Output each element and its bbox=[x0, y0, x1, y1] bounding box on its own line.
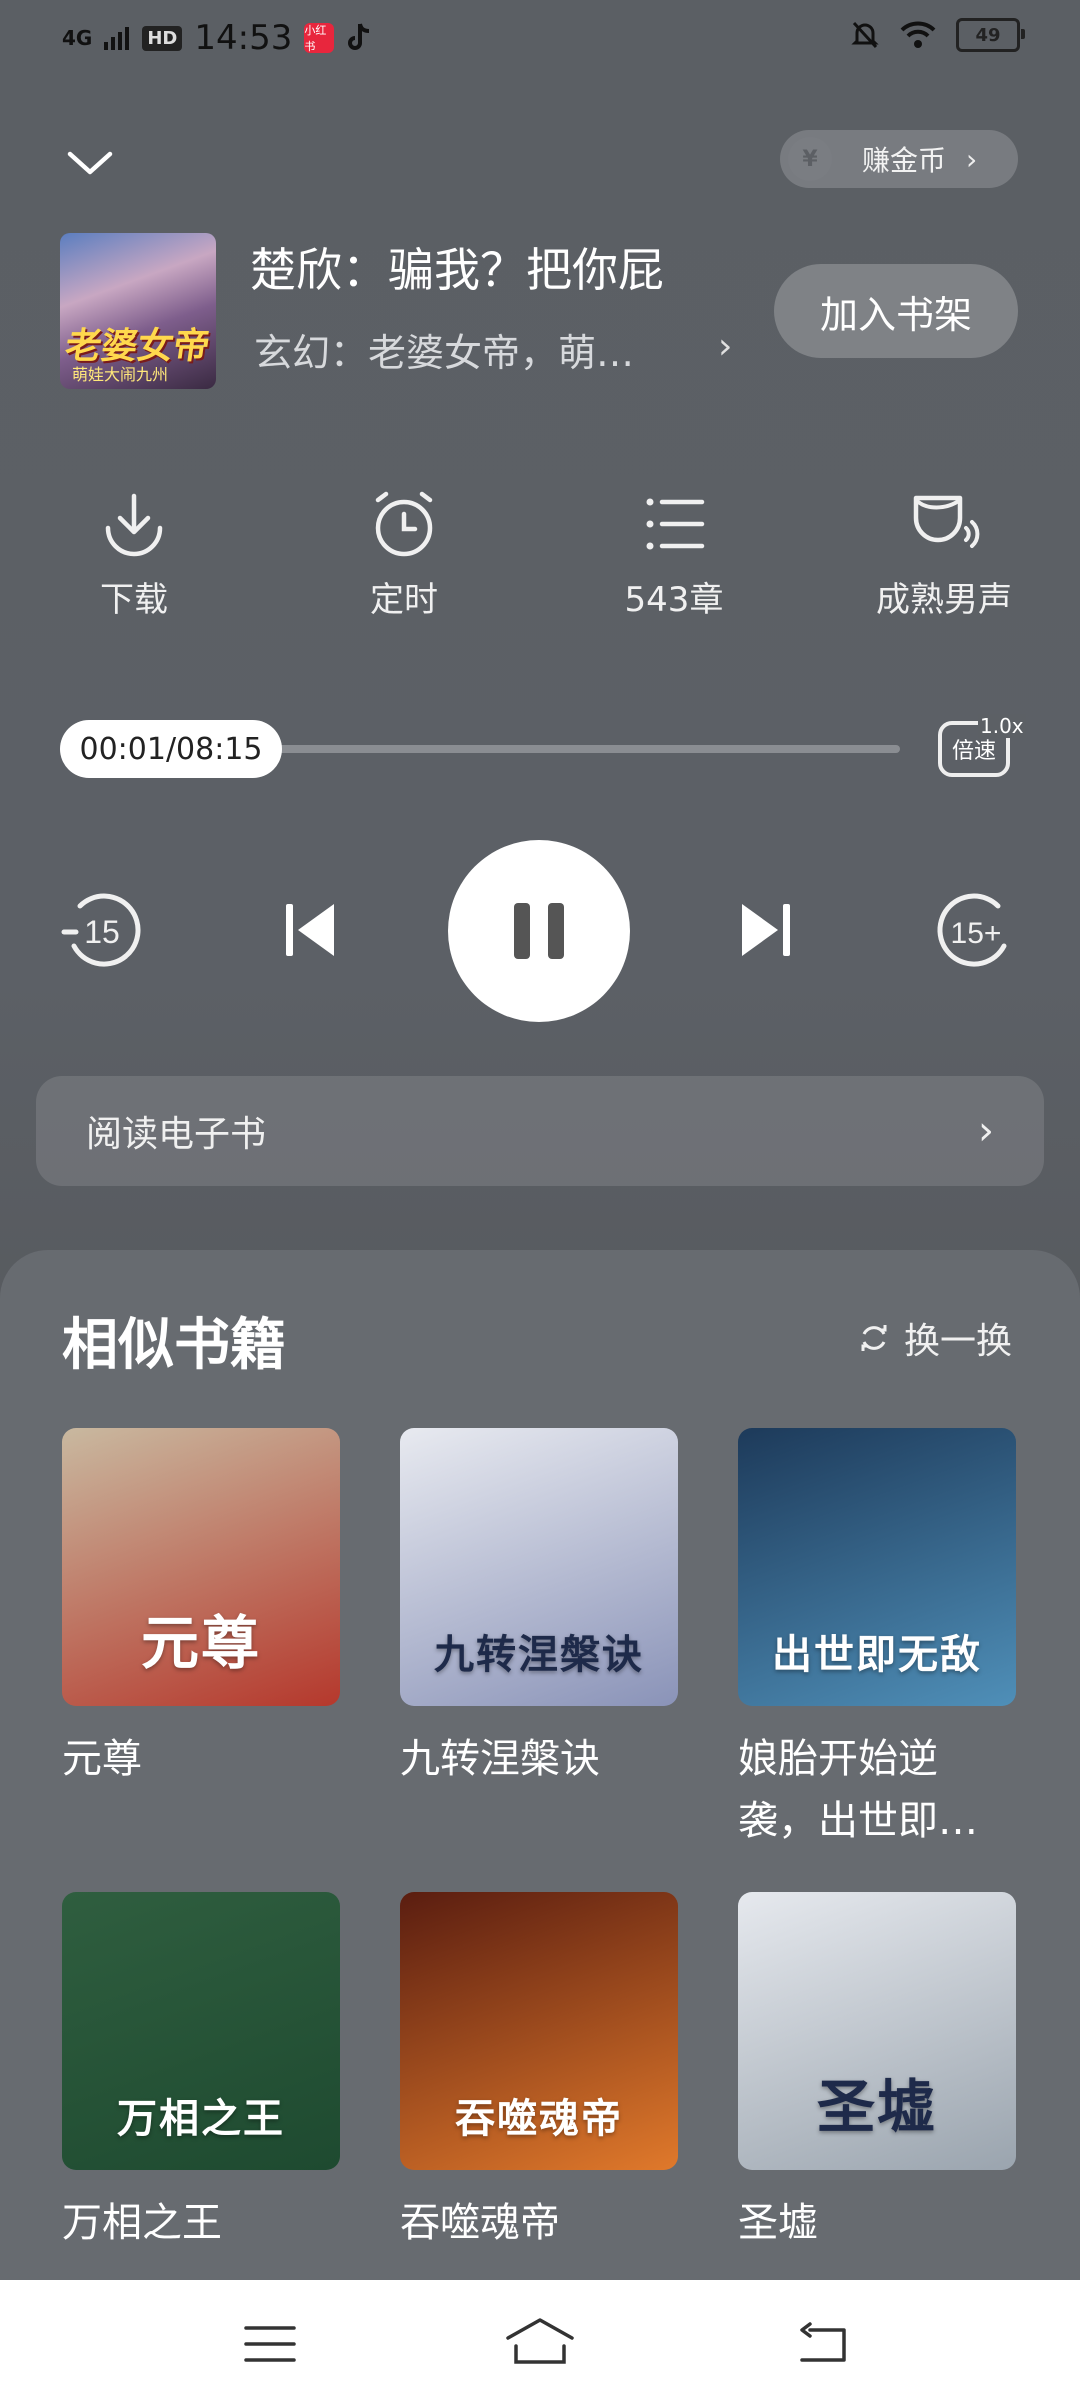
book-cover-title-art: 圣墟 bbox=[816, 2073, 937, 2141]
status-bar: 4G HD 14:53 小红书 49 bbox=[0, 0, 1080, 80]
book-name: 吞噬魂帝 bbox=[400, 2200, 560, 2246]
pause-button[interactable] bbox=[448, 840, 630, 1022]
chevron-right-icon: › bbox=[978, 1108, 994, 1154]
alarm-icon bbox=[375, 491, 433, 557]
download-icon bbox=[105, 493, 163, 557]
refresh-label: 换一换 bbox=[904, 1321, 1013, 1362]
chapters-label: 543章 bbox=[624, 580, 724, 620]
pause-icon bbox=[514, 903, 530, 959]
earn-coins-button[interactable]: ¥ 赚金币 › bbox=[780, 130, 1018, 188]
voice-label: 成熟男声 bbox=[876, 580, 1012, 620]
chapter-list-icon bbox=[646, 498, 705, 550]
book-subtitle[interactable]: 玄幻：老婆女帝，萌… bbox=[254, 322, 674, 377]
next-icon[interactable] bbox=[716, 880, 816, 980]
read-ebook-label: 阅读电子书 bbox=[86, 1114, 267, 1155]
chevron-right-icon[interactable]: › bbox=[718, 326, 732, 367]
progress-thumb[interactable]: 00:01/08:15 bbox=[60, 720, 282, 778]
book-cover[interactable]: 吞噬魂帝 bbox=[400, 1892, 678, 2170]
similar-book-item[interactable]: 九转涅槃诀 九转涅槃诀 bbox=[400, 1428, 678, 1790]
earn-coins-label: 赚金币 bbox=[862, 144, 947, 177]
app-notification-icon: 小红书 bbox=[304, 23, 335, 53]
read-ebook-row[interactable]: 阅读电子书 › bbox=[36, 1076, 1044, 1186]
book-cover-title-art: 万相之王 bbox=[117, 2095, 285, 2142]
hd-badge: HD bbox=[142, 25, 183, 51]
refresh-icon bbox=[861, 1325, 887, 1351]
similar-books-title: 相似书籍 bbox=[62, 1313, 286, 1378]
similar-book-item[interactable]: 圣墟 圣墟 bbox=[738, 1892, 1016, 2254]
book-title: 楚欣：骗我？把你屁 bbox=[250, 243, 664, 297]
rewind-label: 15 bbox=[84, 914, 120, 950]
forward-15-icon[interactable]: 15+ bbox=[928, 880, 1028, 980]
cover-subtitle-art: 萌娃大闹九州 bbox=[72, 365, 169, 384]
previous-icon[interactable] bbox=[260, 880, 360, 980]
speed-value: 1.0x bbox=[978, 714, 1026, 738]
book-cover[interactable]: 老婆女帝 萌娃大闹九州 bbox=[60, 233, 216, 389]
timer-button[interactable]: 定时 bbox=[304, 488, 504, 621]
signal-icon: 4G bbox=[62, 26, 93, 50]
book-name: 圣墟 bbox=[738, 2200, 818, 2246]
mute-bell-icon bbox=[851, 21, 879, 49]
menu-icon[interactable] bbox=[244, 2324, 296, 2364]
tiktok-icon bbox=[348, 23, 370, 50]
book-name: 娘胎开始逆袭，出世即… bbox=[738, 1736, 978, 1844]
book-cover[interactable]: 圣墟 bbox=[738, 1892, 1016, 2170]
forward-label: 15+ bbox=[951, 917, 1002, 950]
book-cover-title-art: 吞噬魂帝 bbox=[455, 2095, 623, 2142]
pause-icon-bar bbox=[548, 903, 564, 959]
collapse-chevron-icon[interactable] bbox=[66, 140, 114, 188]
chevron-right-icon: › bbox=[966, 142, 978, 176]
book-name: 元尊 bbox=[62, 1736, 142, 1782]
battery-icon: 49 bbox=[956, 18, 1025, 52]
chapters-button[interactable]: 543章 bbox=[574, 488, 774, 621]
similar-book-item[interactable]: 吞噬魂帝 吞噬魂帝 bbox=[400, 1892, 678, 2254]
download-label: 下载 bbox=[100, 580, 168, 620]
similar-book-item[interactable]: 万相之王 万相之王 bbox=[62, 1892, 340, 2254]
home-icon[interactable] bbox=[504, 2316, 576, 2366]
book-cover[interactable]: 万相之王 bbox=[62, 1892, 340, 2170]
book-cover-title-art: 九转涅槃诀 bbox=[434, 1631, 644, 1678]
book-name: 九转涅槃诀 bbox=[400, 1736, 600, 1782]
book-name: 万相之王 bbox=[62, 2200, 222, 2246]
voice-icon bbox=[913, 495, 980, 548]
rewind-15-icon[interactable]: 15 bbox=[50, 880, 150, 980]
book-cover[interactable]: 九转涅槃诀 bbox=[400, 1428, 678, 1706]
book-cover[interactable]: 出世即无敌 bbox=[738, 1428, 1016, 1706]
book-cover[interactable]: 元尊 bbox=[62, 1428, 340, 1706]
book-cover-title-art: 元尊 bbox=[140, 1609, 261, 1677]
coin-icon: ¥ bbox=[788, 137, 832, 181]
status-time: 14:53 bbox=[194, 18, 293, 58]
wifi-icon bbox=[900, 21, 936, 48]
similar-book-item[interactable]: 出世即无敌娘胎开始逆袭，出世即… bbox=[738, 1428, 1016, 1852]
voice-button[interactable]: 成熟男声 bbox=[844, 488, 1044, 621]
cell-bars-icon bbox=[104, 27, 130, 50]
similar-book-item[interactable]: 元尊 元尊 bbox=[62, 1428, 340, 1790]
book-cover-title-art: 出世即无敌 bbox=[772, 1631, 982, 1678]
download-button[interactable]: 下载 bbox=[34, 488, 234, 621]
system-nav-bar bbox=[0, 2280, 1080, 2408]
add-to-shelf-button[interactable]: 加入书架 bbox=[774, 264, 1018, 358]
timer-label: 定时 bbox=[370, 580, 438, 620]
refresh-button[interactable]: 换一换 bbox=[858, 1312, 1012, 1364]
back-icon[interactable] bbox=[796, 2322, 850, 2366]
